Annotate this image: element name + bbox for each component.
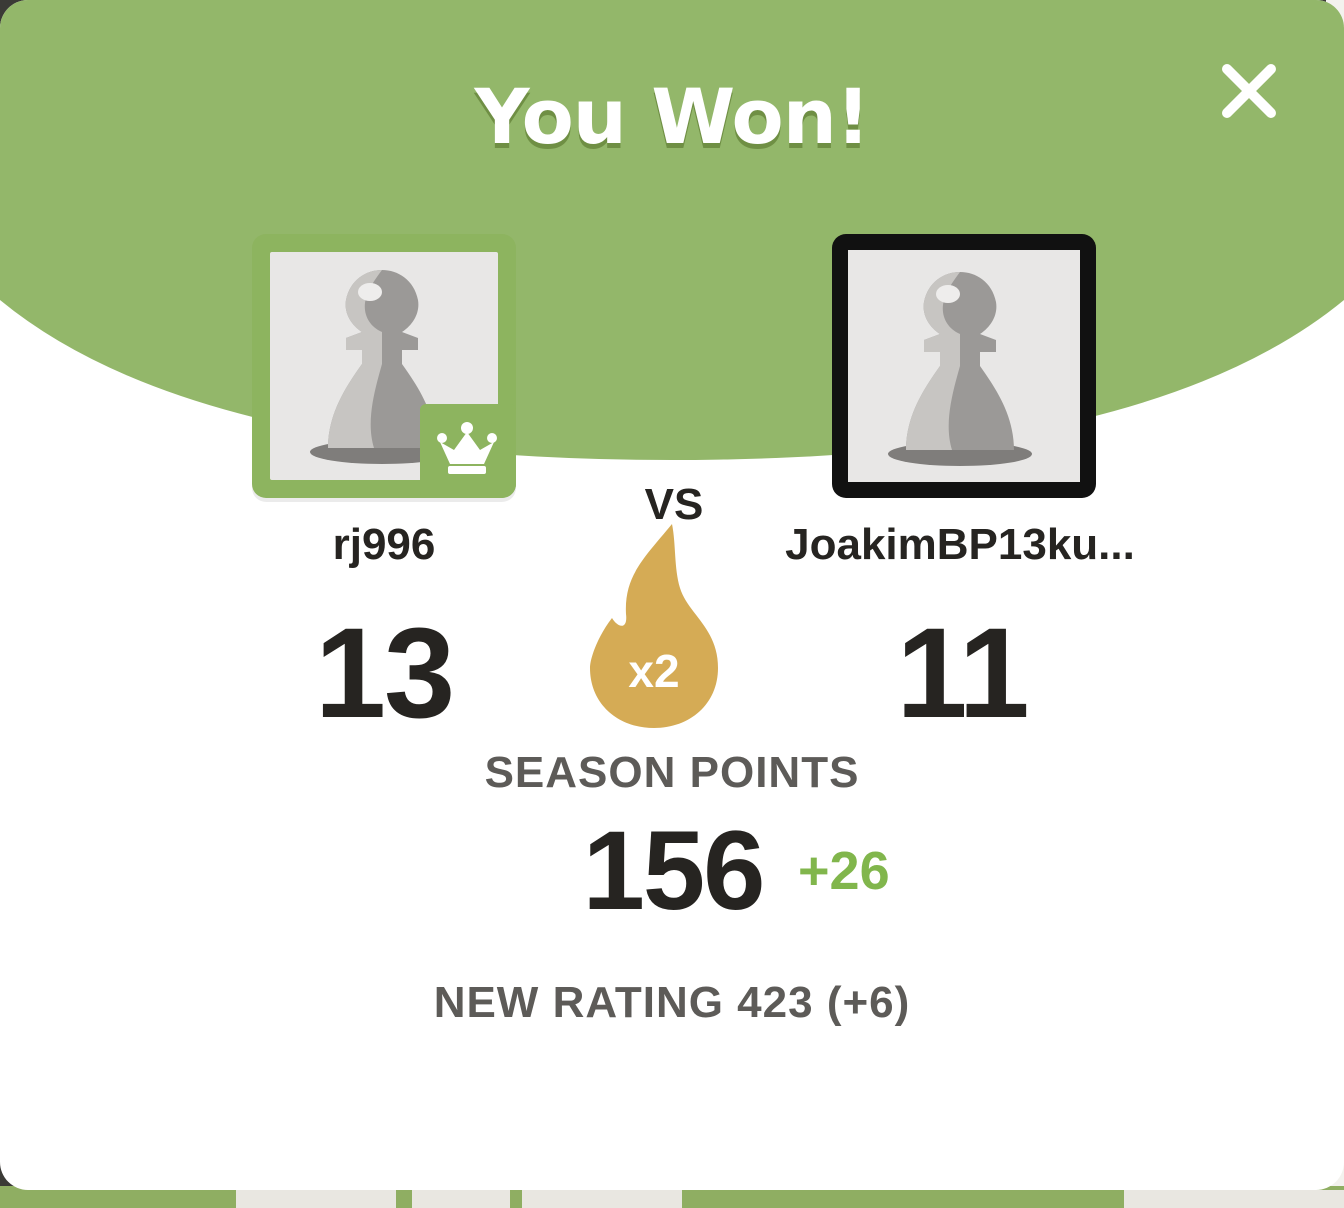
opponent-avatar[interactable] [832, 234, 1096, 498]
new-rating: NEW RATING 423 (+6) [433, 978, 911, 1027]
player-name[interactable]: rj996 [234, 520, 534, 570]
opponent-score: 11 [896, 602, 1029, 745]
game-over-modal: You Won! VS rj996 JoakimBP13ku... 13 11 … [0, 0, 1344, 1190]
result-title: You Won! [474, 72, 871, 161]
pawn-icon [888, 272, 1032, 466]
flame-icon [590, 524, 718, 728]
season-points-delta: +26 [798, 841, 890, 901]
season-points-value: 156 [582, 808, 766, 933]
board-square [1124, 1190, 1344, 1208]
board-square [412, 1190, 510, 1208]
board-square [522, 1190, 682, 1208]
multiplier-label: x2 [628, 645, 680, 697]
winner-badge [420, 404, 516, 498]
season-points-label: SEASON POINTS [484, 748, 860, 797]
close-icon [1222, 64, 1276, 118]
header-background [0, 0, 1344, 460]
opponent-name[interactable]: JoakimBP13ku... [740, 520, 1180, 570]
crown-icon [437, 422, 497, 474]
board-square [236, 1190, 396, 1208]
close-button[interactable] [1214, 56, 1284, 126]
player-score: 13 [314, 602, 455, 745]
